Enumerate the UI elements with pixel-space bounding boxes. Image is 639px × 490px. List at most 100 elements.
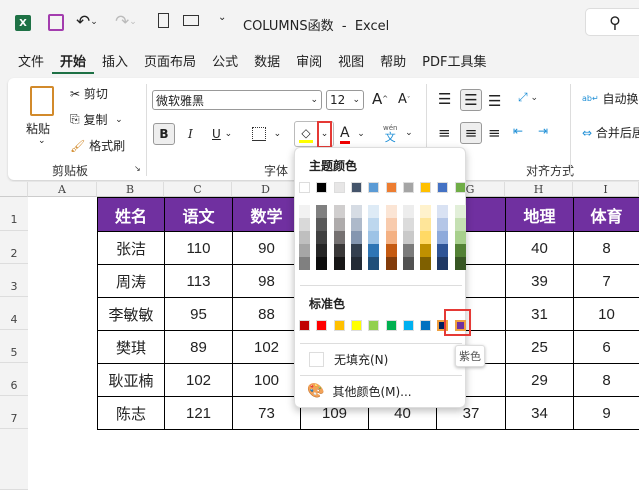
bold-button[interactable]: B xyxy=(153,123,175,145)
column-header-A[interactable]: A xyxy=(28,182,97,197)
data-cell[interactable]: 121 xyxy=(164,396,233,430)
cut-button[interactable]: ✂ 剪切 xyxy=(70,85,108,102)
shade-color-swatch[interactable] xyxy=(350,257,362,270)
shade-color-swatch[interactable] xyxy=(385,231,397,244)
shade-color-swatch[interactable] xyxy=(350,231,362,244)
shade-color-swatch[interactable] xyxy=(420,218,432,231)
tab-page-layout[interactable]: 页面布局 xyxy=(136,52,204,74)
tab-view[interactable]: 视图 xyxy=(330,52,372,74)
shade-color-swatch[interactable] xyxy=(420,244,432,257)
tab-pdf-tools[interactable]: PDF工具集 xyxy=(414,52,494,74)
shade-color-swatch[interactable] xyxy=(299,257,310,270)
theme-color-swatch[interactable] xyxy=(316,182,328,193)
data-cell[interactable]: 耿亚楠 xyxy=(97,363,165,397)
shade-color-swatch[interactable] xyxy=(402,257,414,270)
theme-color-swatch[interactable] xyxy=(437,182,449,193)
shade-color-swatch[interactable] xyxy=(333,205,345,218)
paste-button[interactable]: 粘贴 xyxy=(26,120,50,137)
row-header-6[interactable]: 6 xyxy=(0,363,28,396)
column-header-D[interactable]: D xyxy=(232,182,300,197)
shade-color-swatch[interactable] xyxy=(368,205,380,218)
shade-color-swatch[interactable] xyxy=(454,257,466,270)
merge-center-button[interactable]: ⇔ 合并后居中 xyxy=(582,124,639,141)
shade-color-swatch[interactable] xyxy=(437,205,449,218)
standard-color-swatch[interactable] xyxy=(316,320,328,331)
redo-icon[interactable]: ↷ ⌄ xyxy=(115,12,137,32)
shade-color-swatch[interactable] xyxy=(350,244,362,257)
header-cell[interactable]: 姓名 xyxy=(97,197,165,232)
data-cell[interactable]: 7 xyxy=(573,264,639,298)
align-left-icon[interactable]: ≡ xyxy=(438,124,451,142)
theme-color-swatch[interactable] xyxy=(299,182,310,193)
shade-color-swatch[interactable] xyxy=(333,218,345,231)
theme-color-swatch[interactable] xyxy=(333,182,345,193)
theme-color-swatch[interactable] xyxy=(350,182,362,193)
align-right-icon[interactable]: ≡ xyxy=(488,124,501,142)
shade-color-swatch[interactable] xyxy=(402,231,414,244)
customize-qat-icon[interactable]: ⌄ xyxy=(218,12,226,23)
standard-color-swatch[interactable] xyxy=(402,320,414,331)
standard-color-swatch[interactable] xyxy=(299,320,310,331)
data-cell[interactable]: 110 xyxy=(164,231,233,265)
row-header-7[interactable]: 7 xyxy=(0,396,28,429)
undo-icon[interactable]: ↶ ⌄ xyxy=(76,12,98,32)
tab-review[interactable]: 审阅 xyxy=(288,52,330,74)
standard-color-swatch[interactable] xyxy=(385,320,397,331)
paste-icon[interactable] xyxy=(30,86,54,116)
column-header-H[interactable]: H xyxy=(505,182,573,197)
data-cell[interactable]: 29 xyxy=(505,363,574,397)
shade-color-swatch[interactable] xyxy=(299,244,310,257)
column-header-I[interactable]: I xyxy=(573,182,639,197)
tab-insert[interactable]: 插入 xyxy=(94,52,136,74)
align-top-icon[interactable]: ☰ xyxy=(438,90,451,108)
align-bottom-icon[interactable]: ☰ xyxy=(488,92,501,110)
clipboard-launcher-icon[interactable]: ↘ xyxy=(134,164,141,173)
shade-color-swatch[interactable] xyxy=(385,205,397,218)
theme-color-swatch[interactable] xyxy=(402,182,414,193)
standard-color-swatch[interactable] xyxy=(420,320,432,331)
shade-color-swatch[interactable] xyxy=(316,231,328,244)
shade-color-swatch[interactable] xyxy=(385,218,397,231)
data-cell[interactable]: 李敏敏 xyxy=(97,297,165,331)
shade-color-swatch[interactable] xyxy=(385,257,397,270)
no-fill-option[interactable]: 无填充(N) xyxy=(303,348,459,370)
data-cell[interactable]: 89 xyxy=(164,330,233,364)
shade-color-swatch[interactable] xyxy=(437,218,449,231)
data-cell[interactable]: 39 xyxy=(505,264,574,298)
data-cell[interactable]: 34 xyxy=(505,396,574,430)
shade-color-swatch[interactable] xyxy=(402,218,414,231)
data-cell[interactable]: 6 xyxy=(573,330,639,364)
shade-color-swatch[interactable] xyxy=(454,231,466,244)
shade-color-swatch[interactable] xyxy=(385,244,397,257)
shade-color-swatch[interactable] xyxy=(333,231,345,244)
phonetic-button[interactable]: wén 文 ⌄ xyxy=(383,121,413,145)
data-cell[interactable]: 周涛 xyxy=(97,264,165,298)
theme-color-swatch[interactable] xyxy=(368,182,380,193)
borders-button[interactable]: ⌄ xyxy=(252,123,281,145)
data-cell[interactable]: 陈志 xyxy=(97,396,165,430)
shade-color-swatch[interactable] xyxy=(437,231,449,244)
theme-color-swatch[interactable] xyxy=(454,182,466,193)
data-cell[interactable]: 25 xyxy=(505,330,574,364)
more-colors-option[interactable]: 🎨 其他颜色(M)... xyxy=(303,380,459,402)
row-header-1[interactable]: 1 xyxy=(0,197,28,231)
shade-color-swatch[interactable] xyxy=(299,205,310,218)
data-cell[interactable]: 95 xyxy=(164,297,233,331)
data-cell[interactable]: 40 xyxy=(505,231,574,265)
header-cell[interactable]: 数学 xyxy=(232,197,301,232)
standard-color-swatch[interactable] xyxy=(368,320,380,331)
header-cell[interactable]: 地理 xyxy=(505,197,574,232)
shade-color-swatch[interactable] xyxy=(402,205,414,218)
header-cell[interactable]: 语文 xyxy=(164,197,233,232)
italic-button[interactable]: I xyxy=(188,123,193,145)
row-header-2[interactable]: 2 xyxy=(0,231,28,264)
row-header-3[interactable]: 3 xyxy=(0,264,28,297)
shade-color-swatch[interactable] xyxy=(368,231,380,244)
open-folder-icon[interactable] xyxy=(183,15,199,26)
data-cell[interactable]: 98 xyxy=(232,264,301,298)
data-cell[interactable]: 102 xyxy=(164,363,233,397)
shade-color-swatch[interactable] xyxy=(420,257,432,270)
data-cell[interactable]: 113 xyxy=(164,264,233,298)
select-all-corner[interactable] xyxy=(0,182,28,197)
shade-color-swatch[interactable] xyxy=(454,218,466,231)
